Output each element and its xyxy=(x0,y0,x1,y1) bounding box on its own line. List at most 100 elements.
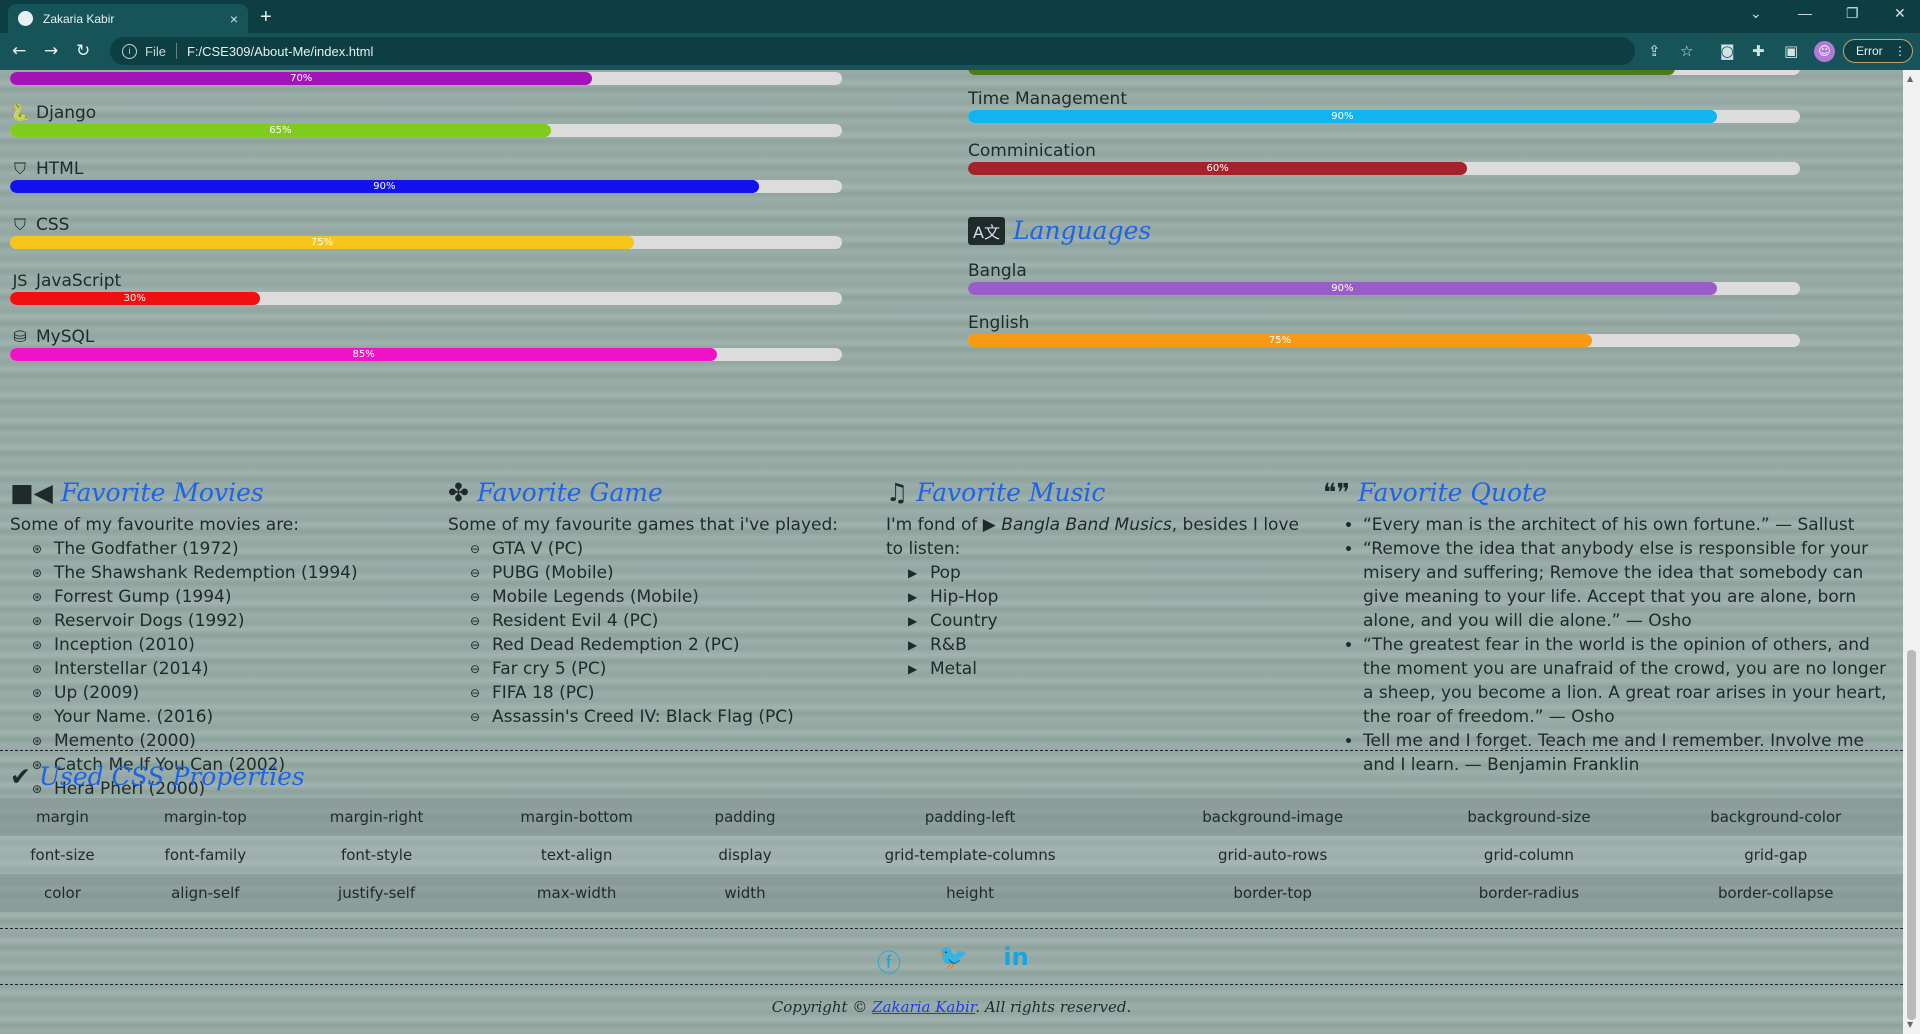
forward-icon[interactable]: → xyxy=(44,41,58,61)
skill-name: JavaScript xyxy=(36,271,122,291)
table-cell: max-width xyxy=(536,884,617,902)
table-cell: background-image xyxy=(1202,808,1344,826)
error-button[interactable]: Error ⋮ xyxy=(1843,39,1913,63)
skill-label: Bangla xyxy=(968,260,1800,282)
skill-name: English xyxy=(968,313,1030,333)
skill-bar-fill: 30% xyxy=(10,292,260,305)
languages-heading: A文 Languages xyxy=(968,216,1151,245)
close-window-icon[interactable]: ✕ xyxy=(1894,5,1906,22)
movies-title: Favorite Movies xyxy=(60,478,264,507)
check-icon: ✔ xyxy=(10,762,31,791)
table-cell: justify-self xyxy=(338,884,416,902)
css-props-heading: ✔ Used CSS Properties xyxy=(10,762,305,791)
author-link[interactable]: Zakaria Kabir xyxy=(872,998,975,1016)
play-icon: ▶ xyxy=(982,515,1002,535)
reload-icon[interactable]: ↻ xyxy=(76,41,90,61)
scroll-down-icon[interactable]: ▼ xyxy=(1907,1020,1913,1029)
skill-item: English 75% xyxy=(968,312,1800,347)
skill-bar-fill: 90% xyxy=(968,282,1717,295)
error-label: Error xyxy=(1856,44,1883,58)
skill-bar-track: 90% xyxy=(968,282,1800,295)
film-reel-icon: ⊛ xyxy=(32,614,43,628)
new-tab-button[interactable]: + xyxy=(260,6,272,29)
css3-icon: ⛉ xyxy=(13,215,26,234)
tab-close-icon[interactable]: × xyxy=(230,11,238,27)
list-item: ⊛ The Shawshank Redemption (1994) xyxy=(32,561,430,585)
list-item: ⊛ Your Name. (2016) xyxy=(32,705,430,729)
gamepad-icon: ⊖ xyxy=(470,662,481,676)
scroll-up-icon[interactable]: ▲ xyxy=(1907,74,1913,83)
gamepad-icon: ⊖ xyxy=(470,590,481,604)
html5-icon: ⛉ xyxy=(13,159,26,178)
url-text[interactable]: F:/CSE309/About-Me/index.html xyxy=(187,44,373,59)
profile-avatar[interactable]: ☺ xyxy=(1814,41,1835,62)
skill-bar-fill: 85% xyxy=(10,348,718,361)
share-icon[interactable]: ⇪ xyxy=(1648,43,1661,59)
gamepad-icon: ⊖ xyxy=(470,686,481,700)
games-list: ⊖ GTA V (PC) ⊖ PUBG (Mobile) ⊖ Mobile Legends… xyxy=(448,537,868,729)
camera-icon[interactable]: ◙ xyxy=(1720,43,1735,59)
facebook-icon[interactable]: ⓕ xyxy=(874,943,904,978)
list-item: ⊖ Assassin's Creed IV: Black Flag (PC) xyxy=(470,705,868,729)
tab-title: Zakaria Kabir xyxy=(43,11,115,26)
film-reel-icon: ⊛ xyxy=(32,710,43,724)
table-cell: grid-template-columns xyxy=(884,846,1056,864)
skill-item: 🐍 Django 65% xyxy=(10,102,842,137)
bookmark-star-icon[interactable]: ☆ xyxy=(1680,43,1693,59)
vertical-scrollbar[interactable]: ▲ ▼ xyxy=(1903,70,1920,1034)
skill-item: ⛉ HTML 90% xyxy=(10,158,842,193)
list-item: ⊖ Red Dead Redemption 2 (PC) xyxy=(470,633,868,657)
skill-percent: 85% xyxy=(352,349,375,360)
skill-label: English xyxy=(968,312,1800,334)
list-item-text: R&B xyxy=(930,635,967,655)
film-reel-icon: ⊛ xyxy=(32,638,43,652)
skill-percent: 70% xyxy=(290,73,313,84)
list-item-text: Up (2009) xyxy=(54,683,140,703)
table-row: margin margin-top margin-right margin-botto… xyxy=(0,798,1903,836)
skill-item: Bangla 90% xyxy=(968,260,1800,295)
skill-label: Comminication xyxy=(968,140,1800,162)
restore-icon[interactable]: ❐ xyxy=(1846,5,1859,22)
puzzle-icon: ✤ xyxy=(448,478,469,507)
skill-bar-track: 90% xyxy=(10,180,842,193)
info-icon[interactable]: i xyxy=(122,43,137,59)
footer-divider-top xyxy=(0,928,1903,929)
skill-item: 70% xyxy=(10,72,842,85)
copyright-suffix: . All rights reserved. xyxy=(975,998,1132,1016)
quote-item: Tell me and I forget. Teach me and I rem… xyxy=(1363,729,1895,777)
skill-percent: 30% xyxy=(123,293,146,304)
extensions-icon[interactable]: ✚ xyxy=(1752,43,1765,59)
back-icon[interactable]: ← xyxy=(12,41,26,61)
browser-toolbar: ← → ↻ i File F:/CSE309/About-Me/index.ht… xyxy=(0,33,1920,70)
menu-dots-icon[interactable]: ⋮ xyxy=(1894,44,1906,58)
skill-label: ⛉ HTML xyxy=(10,158,842,180)
list-item-text: Hip-Hop xyxy=(930,587,999,607)
list-item: ▶ R&B xyxy=(908,633,1306,657)
linkedin-icon[interactable]: in xyxy=(1001,943,1031,971)
js-icon: JS xyxy=(12,271,28,290)
table-row: color align-self justify-self max-width widt… xyxy=(0,874,1903,912)
quotes-list: “Every man is the architect of his own f… xyxy=(1323,513,1895,777)
twitter-icon[interactable]: 🐦 xyxy=(938,943,968,971)
games-title: Favorite Game xyxy=(476,478,663,507)
games-intro: Some of my favourite games that i've pla… xyxy=(448,515,839,535)
tab-search-icon[interactable]: ⌄ xyxy=(1750,5,1762,22)
skill-item: ⛉ CSS 75% xyxy=(10,214,842,249)
table-cell: border-collapse xyxy=(1718,884,1834,902)
skill-bar-track: 85% xyxy=(10,348,842,361)
side-panel-icon[interactable]: ▣ xyxy=(1784,43,1798,59)
list-item-text: GTA V (PC) xyxy=(492,539,584,559)
url-scheme: File xyxy=(145,43,166,59)
address-bar[interactable]: i File F:/CSE309/About-Me/index.html xyxy=(110,37,1635,65)
gamepad-icon: ⊖ xyxy=(470,542,481,556)
games-heading: ✤ Favorite Game xyxy=(448,478,868,507)
list-item-text: Your Name. (2016) xyxy=(54,707,214,727)
music-heading: ♫ Favorite Music xyxy=(886,478,1306,507)
table-cell: font-size xyxy=(30,846,95,864)
table-cell: grid-gap xyxy=(1744,846,1808,864)
scrollbar-thumb[interactable] xyxy=(1907,650,1916,1020)
minimize-icon[interactable]: — xyxy=(1798,5,1812,21)
skill-name: HTML xyxy=(36,159,84,179)
list-item: ⊛ Up (2009) xyxy=(32,681,430,705)
browser-tab[interactable]: Zakaria Kabir × xyxy=(8,4,248,33)
